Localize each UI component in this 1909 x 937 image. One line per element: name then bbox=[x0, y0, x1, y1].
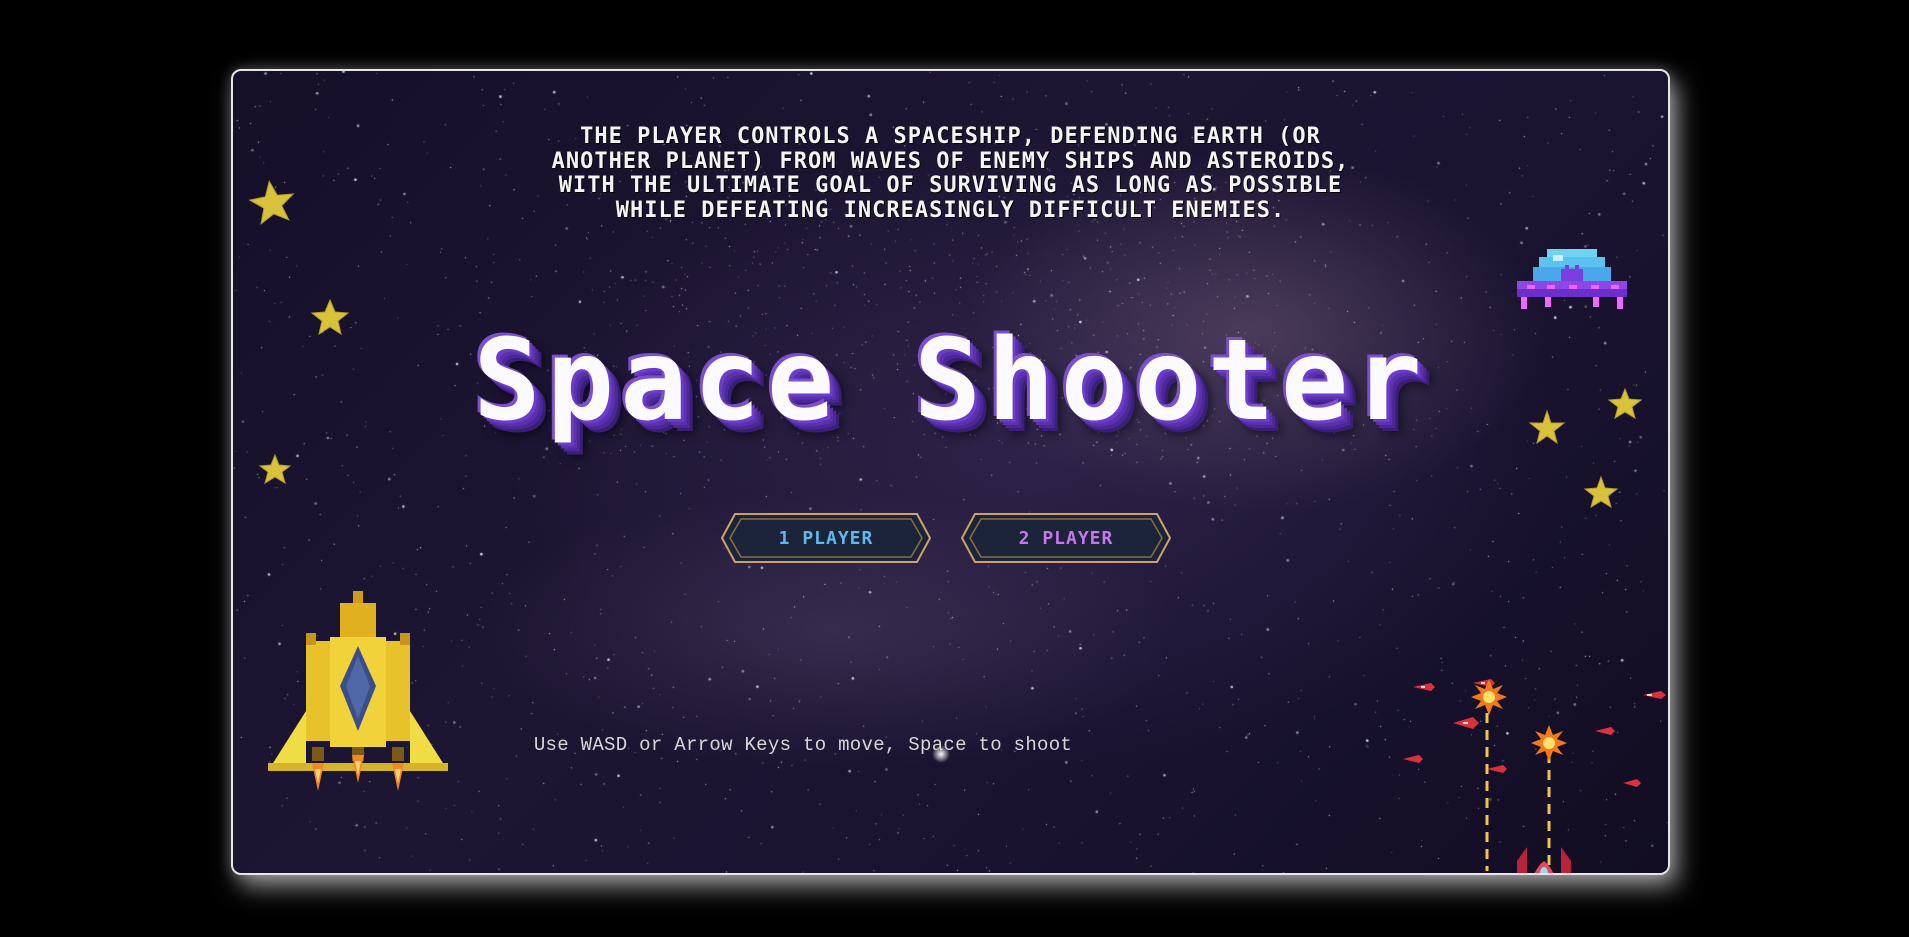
intro-line: WITH THE ULTIMATE GOAL OF SURVIVING AS L… bbox=[558, 173, 1343, 198]
intro-description: THE PLAYER CONTROLS A SPACESHIP, DEFENDI… bbox=[433, 124, 1468, 223]
enemy-ship-icon bbox=[1643, 691, 1666, 699]
game-title: Space Shooter bbox=[473, 316, 1428, 446]
enemy-ship-icon bbox=[1403, 755, 1423, 763]
star-icon bbox=[248, 179, 295, 225]
red-rocket-icon bbox=[1517, 847, 1571, 873]
explosion-icon bbox=[1531, 725, 1567, 761]
intro-line: THE PLAYER CONTROLS A SPACESHIP, DEFENDI… bbox=[580, 124, 1321, 149]
controls-hint: Use WASD or Arrow Keys to move, Space to… bbox=[533, 734, 1073, 756]
two-player-button[interactable]: 2 PLAYER bbox=[961, 513, 1171, 563]
one-player-button[interactable]: 1 PLAYER bbox=[721, 513, 931, 563]
enemy-ship-icon bbox=[1623, 779, 1641, 787]
game-canvas[interactable]: THE PLAYER CONTROLS A SPACESHIP, DEFENDI… bbox=[231, 69, 1670, 875]
yellow-spaceship-icon bbox=[268, 591, 448, 791]
intro-line: WHILE DEFEATING INCREASINGLY DIFFICULT E… bbox=[615, 197, 1286, 223]
star-icon bbox=[258, 453, 292, 485]
explosion-icon bbox=[1471, 679, 1507, 715]
enemy-fleet bbox=[1403, 679, 1666, 873]
intro-line: ANOTHER PLANET) FROM WAVES OF ENEMY SHIP… bbox=[551, 148, 1350, 174]
two-player-label: 2 PLAYER bbox=[1018, 527, 1114, 549]
enemy-ship-icon bbox=[1487, 765, 1507, 773]
one-player-label: 1 PLAYER bbox=[778, 527, 874, 549]
star-icon bbox=[1583, 475, 1619, 509]
enemy-ship-icon bbox=[1595, 727, 1615, 735]
